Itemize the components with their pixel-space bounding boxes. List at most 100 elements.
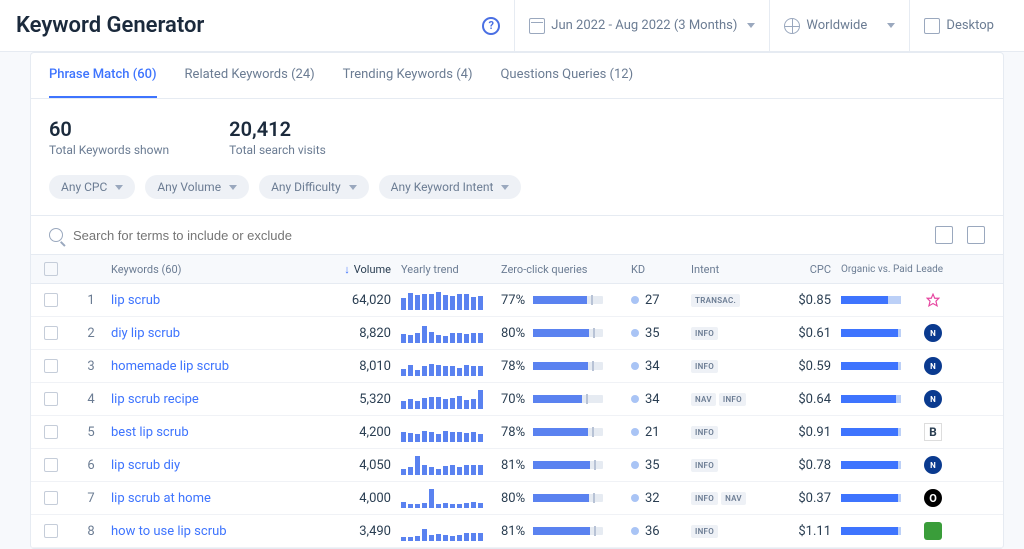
settings-icon[interactable] bbox=[967, 226, 985, 244]
cell-leader[interactable]: B bbox=[916, 423, 950, 441]
row-checkbox[interactable] bbox=[44, 359, 58, 373]
keyword-link[interactable]: diy lip scrub bbox=[111, 326, 180, 341]
kd-dot-icon bbox=[631, 296, 639, 304]
keyword-link[interactable]: lip scrub at home bbox=[111, 491, 211, 506]
tabs: Phrase Match (60) Related Keywords (24) Tr… bbox=[31, 53, 1003, 99]
filter-pill[interactable]: Any Keyword Intent bbox=[379, 175, 522, 199]
filter-pill[interactable]: Any Volume bbox=[145, 175, 249, 199]
stats-row: 60 Total Keywords shown 20,412 Total sea… bbox=[31, 99, 1003, 175]
filter-pill[interactable]: Any Difficulty bbox=[259, 175, 369, 199]
row-checkbox[interactable] bbox=[44, 326, 58, 340]
keyword-link[interactable]: homemade lip scrub bbox=[111, 359, 229, 374]
trend-sparkline bbox=[401, 455, 501, 475]
cell-intent: NAVINFO bbox=[691, 393, 781, 406]
keyword-link[interactable]: lip scrub bbox=[111, 293, 160, 308]
device-label: Desktop bbox=[946, 18, 994, 33]
col-volume[interactable]: ↓Volume bbox=[331, 263, 401, 276]
date-range-selector[interactable]: Jun 2022 - Aug 2022 (3 Months) bbox=[514, 0, 769, 52]
cell-cpc: $0.91 bbox=[781, 425, 841, 440]
cell-leader[interactable]: O bbox=[916, 489, 950, 507]
cell-intent: INFO bbox=[691, 426, 781, 439]
cell-leader[interactable]: N bbox=[916, 324, 950, 342]
table-row: 8how to use lip scrub3,49081%36INFO$1.11 bbox=[31, 515, 1003, 548]
row-checkbox[interactable] bbox=[44, 392, 58, 406]
table-row: 1lip scrub64,02077%27TRANSAC.$0.85 bbox=[31, 284, 1003, 317]
col-intent[interactable]: Intent bbox=[691, 263, 781, 276]
page-title: Keyword Generator bbox=[16, 13, 482, 38]
col-leader[interactable]: Leade bbox=[916, 264, 950, 275]
row-checkbox[interactable] bbox=[44, 524, 58, 538]
search-input[interactable] bbox=[73, 228, 935, 243]
trend-sparkline bbox=[401, 356, 501, 376]
chevron-down-icon bbox=[887, 23, 895, 28]
keyword-link[interactable]: lip scrub recipe bbox=[111, 392, 199, 407]
cell-cpc: $0.61 bbox=[781, 326, 841, 341]
device-selector[interactable]: Desktop bbox=[909, 0, 1008, 52]
globe-icon bbox=[784, 18, 800, 34]
intent-badge: NAV bbox=[691, 393, 716, 406]
col-zero-click[interactable]: Zero-click queries bbox=[501, 263, 631, 276]
row-checkbox[interactable] bbox=[44, 491, 58, 505]
trend-sparkline bbox=[401, 422, 501, 442]
intent-badge: INFO bbox=[691, 459, 718, 472]
intent-badge: INFO bbox=[691, 525, 718, 538]
cell-leader[interactable]: N bbox=[916, 456, 950, 474]
cell-organic-paid bbox=[841, 329, 916, 337]
select-all-checkbox[interactable] bbox=[44, 262, 58, 276]
cell-organic-paid bbox=[841, 461, 916, 469]
col-trend[interactable]: Yearly trend bbox=[401, 259, 501, 279]
cell-leader[interactable]: N bbox=[916, 357, 950, 375]
cell-volume: 4,050 bbox=[331, 458, 401, 473]
export-excel-icon[interactable] bbox=[935, 226, 953, 244]
cell-organic-paid bbox=[841, 527, 916, 535]
cell-volume: 64,020 bbox=[331, 293, 401, 308]
cell-cpc: $0.85 bbox=[781, 293, 841, 308]
cell-organic-paid bbox=[841, 296, 916, 304]
cell-zero-click: 77% bbox=[501, 293, 631, 308]
col-keywords[interactable]: Keywords (60) bbox=[111, 263, 331, 276]
table-row: 5best lip scrub4,20078%21INFO$0.91B bbox=[31, 416, 1003, 449]
col-kd[interactable]: KD bbox=[631, 263, 691, 276]
cell-zero-click: 80% bbox=[501, 491, 631, 506]
location-selector[interactable]: Worldwide bbox=[769, 0, 909, 52]
cell-kd: 34 bbox=[631, 392, 691, 407]
table-body: 1lip scrub64,02077%27TRANSAC.$0.852diy l… bbox=[31, 284, 1003, 548]
row-checkbox[interactable] bbox=[44, 458, 58, 472]
cell-zero-click: 78% bbox=[501, 425, 631, 440]
row-checkbox[interactable] bbox=[44, 293, 58, 307]
stat-label: Total search visits bbox=[229, 143, 326, 157]
table-row: 6lip scrub diy4,05081%35INFO$0.78N bbox=[31, 449, 1003, 482]
keyword-link[interactable]: lip scrub diy bbox=[111, 458, 180, 473]
col-cpc[interactable]: CPC bbox=[781, 263, 841, 276]
stat-total-visits: 20,412 Total search visits bbox=[229, 117, 326, 157]
cell-organic-paid bbox=[841, 494, 916, 502]
row-index: 3 bbox=[71, 359, 111, 374]
table-row: 2diy lip scrub8,82080%35INFO$0.61N bbox=[31, 317, 1003, 350]
stat-value: 60 bbox=[49, 117, 169, 141]
cell-volume: 8,820 bbox=[331, 326, 401, 341]
tab[interactable]: Questions Queries (12) bbox=[500, 53, 633, 98]
filter-pill[interactable]: Any CPC bbox=[49, 175, 135, 199]
tab[interactable]: Phrase Match (60) bbox=[49, 53, 157, 98]
cell-kd: 36 bbox=[631, 524, 691, 539]
trend-sparkline bbox=[401, 389, 501, 409]
intent-badge: INFO bbox=[691, 327, 718, 340]
cell-leader[interactable] bbox=[916, 522, 950, 540]
tab[interactable]: Trending Keywords (4) bbox=[343, 53, 473, 98]
location-label: Worldwide bbox=[806, 18, 877, 33]
cell-leader[interactable]: N bbox=[916, 390, 950, 408]
cell-intent: INFO bbox=[691, 327, 781, 340]
help-icon[interactable]: ? bbox=[482, 17, 500, 35]
keyword-link[interactable]: how to use lip scrub bbox=[111, 524, 227, 539]
chevron-down-icon bbox=[229, 185, 237, 190]
cell-cpc: $1.11 bbox=[781, 524, 841, 539]
cell-zero-click: 78% bbox=[501, 359, 631, 374]
cell-volume: 5,320 bbox=[331, 392, 401, 407]
col-organic-paid[interactable]: Organic vs. Paid bbox=[841, 264, 916, 275]
cell-zero-click: 81% bbox=[501, 458, 631, 473]
cell-leader[interactable] bbox=[916, 293, 950, 307]
keyword-link[interactable]: best lip scrub bbox=[111, 425, 189, 440]
date-range-label: Jun 2022 - Aug 2022 (3 Months) bbox=[551, 18, 737, 33]
row-checkbox[interactable] bbox=[44, 425, 58, 439]
tab[interactable]: Related Keywords (24) bbox=[185, 53, 315, 98]
